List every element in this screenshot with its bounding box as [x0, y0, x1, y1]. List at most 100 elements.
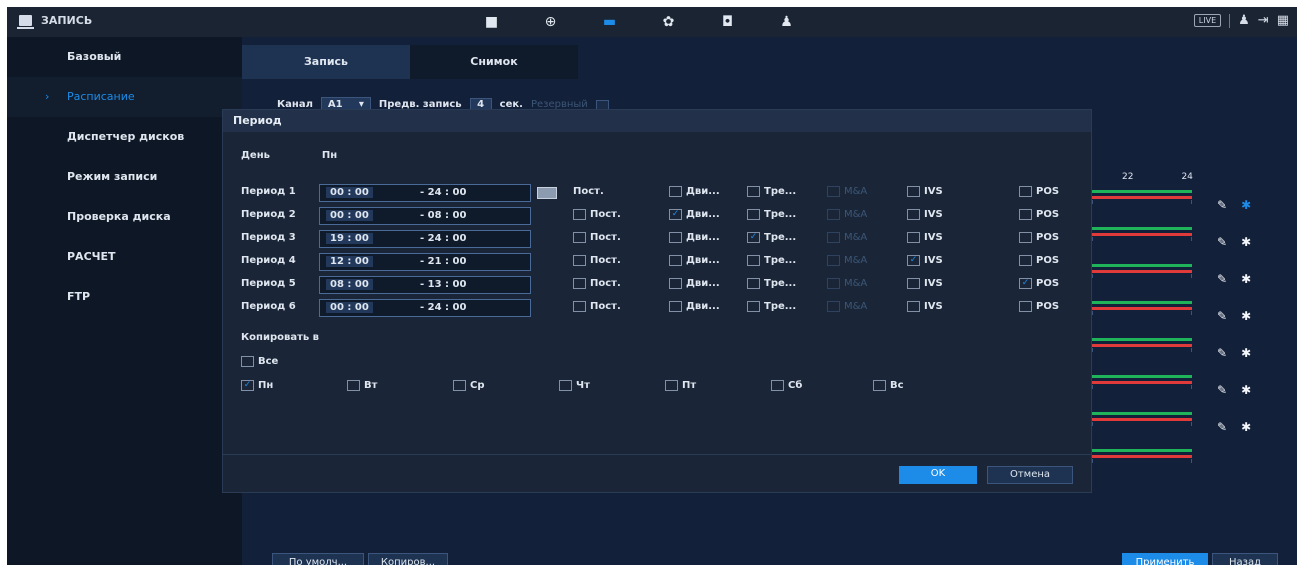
- sidebar-item-disk-check[interactable]: Проверка диска: [7, 197, 242, 237]
- camera-icon[interactable]: ■: [462, 7, 521, 37]
- gear-icon[interactable]: ✱: [1241, 198, 1251, 212]
- pos-checkbox[interactable]: POS: [1019, 186, 1059, 197]
- alarm-checkbox[interactable]: Тре...: [747, 209, 796, 220]
- time-range-input[interactable]: 08 : 00 - 13 : 00: [319, 276, 531, 294]
- copy-all-checkbox[interactable]: Все: [241, 356, 278, 367]
- logout-icon[interactable]: ⇥: [1258, 13, 1269, 28]
- default-button[interactable]: По умолч...: [272, 553, 364, 565]
- calendar-icon[interactable]: [537, 187, 557, 199]
- apply-button[interactable]: Применить: [1122, 553, 1208, 565]
- motion-checkbox[interactable]: Дви...: [669, 186, 720, 197]
- storage-icon[interactable]: ▬: [580, 7, 639, 37]
- sidebar-item-basic[interactable]: Базовый: [7, 37, 242, 77]
- alarm-checkbox[interactable]: Тре...: [747, 255, 796, 266]
- end-time[interactable]: - 13 : 00: [420, 279, 466, 290]
- motion-checkbox[interactable]: Дви...: [669, 232, 720, 243]
- copy-day-checkbox[interactable]: Ср: [453, 380, 485, 391]
- ivs-checkbox[interactable]: IVS: [907, 186, 943, 197]
- time-range-input[interactable]: 19 : 00 - 24 : 00: [319, 230, 531, 248]
- ivs-checkbox[interactable]: IVS: [907, 209, 943, 220]
- timeline-row[interactable]: [1092, 227, 1192, 241]
- time-range-input[interactable]: 12 : 00 - 21 : 00: [319, 253, 531, 271]
- redundant-checkbox[interactable]: [595, 99, 609, 110]
- time-range-input[interactable]: 00 : 00 - 24 : 00: [319, 299, 531, 317]
- copy-day-checkbox[interactable]: ✓ Пн: [241, 380, 273, 391]
- constant-checkbox[interactable]: Пост.: [573, 301, 621, 312]
- timeline-row[interactable]: [1092, 264, 1192, 278]
- timeline-row[interactable]: [1092, 375, 1192, 389]
- copy-day-checkbox[interactable]: Сб: [771, 380, 802, 391]
- ivs-checkbox[interactable]: IVS: [907, 301, 943, 312]
- pos-checkbox[interactable]: ✓ POS: [1019, 278, 1059, 289]
- end-time[interactable]: - 24 : 00: [420, 233, 466, 244]
- qr-code-icon[interactable]: ▦: [1277, 13, 1289, 28]
- edit-icon[interactable]: ✎: [1217, 420, 1227, 434]
- time-range-input[interactable]: 00 : 00 - 24 : 00: [319, 184, 531, 202]
- timeline-row[interactable]: [1092, 190, 1192, 204]
- edit-icon[interactable]: ✎: [1217, 309, 1227, 323]
- end-time[interactable]: - 21 : 00: [420, 256, 466, 267]
- gear-icon[interactable]: ✱: [1241, 383, 1251, 397]
- copy-day-checkbox[interactable]: Вс: [873, 380, 904, 391]
- ivs-checkbox[interactable]: IVS: [907, 278, 943, 289]
- edit-icon[interactable]: ✎: [1217, 198, 1227, 212]
- sidebar-item-ftp[interactable]: FTP: [7, 277, 242, 317]
- constant-checkbox[interactable]: Пост.: [573, 278, 621, 289]
- start-time[interactable]: 12 : 00: [326, 256, 373, 267]
- copy-day-checkbox[interactable]: Вт: [347, 380, 377, 391]
- live-button[interactable]: LIVE: [1193, 14, 1222, 27]
- security-icon[interactable]: ◘: [698, 7, 757, 37]
- time-range-input[interactable]: 00 : 00 - 08 : 00: [319, 207, 531, 225]
- motion-checkbox[interactable]: Дви...: [669, 278, 720, 289]
- edit-icon[interactable]: ✎: [1217, 383, 1227, 397]
- end-time[interactable]: - 24 : 00: [420, 187, 466, 198]
- start-time[interactable]: 19 : 00: [326, 233, 373, 244]
- sidebar-item-record-mode[interactable]: Режим записи: [7, 157, 242, 197]
- pos-checkbox[interactable]: POS: [1019, 209, 1059, 220]
- gear-icon[interactable]: ✱: [1241, 272, 1251, 286]
- sidebar-item-disk-manager[interactable]: Диспетчер дисков: [7, 117, 242, 157]
- pos-checkbox[interactable]: POS: [1019, 232, 1059, 243]
- gear-icon[interactable]: ✱: [1241, 420, 1251, 434]
- ivs-checkbox[interactable]: ✓ IVS: [907, 255, 943, 266]
- checkbox[interactable]: [241, 356, 254, 367]
- cancel-button[interactable]: Отмена: [987, 466, 1073, 484]
- timeline-row[interactable]: [1092, 338, 1192, 352]
- back-button[interactable]: Назад: [1212, 553, 1278, 565]
- alarm-checkbox[interactable]: ✓ Тре...: [747, 232, 796, 243]
- start-time[interactable]: 08 : 00: [326, 279, 373, 290]
- ivs-checkbox[interactable]: IVS: [907, 232, 943, 243]
- tab-record[interactable]: Запись: [242, 45, 410, 79]
- constant-checkbox[interactable]: Пост.: [573, 186, 604, 197]
- user-icon[interactable]: ♟: [1238, 13, 1250, 28]
- motion-checkbox[interactable]: Дви...: [669, 301, 720, 312]
- start-time[interactable]: 00 : 00: [326, 187, 373, 198]
- alarm-checkbox[interactable]: Тре...: [747, 186, 796, 197]
- gear-icon[interactable]: ✱: [1241, 235, 1251, 249]
- edit-icon[interactable]: ✎: [1217, 235, 1227, 249]
- account-icon[interactable]: ♟: [757, 7, 816, 37]
- timeline-row[interactable]: [1092, 301, 1192, 315]
- settings-icon[interactable]: ✿: [639, 7, 698, 37]
- edit-icon[interactable]: ✎: [1217, 346, 1227, 360]
- motion-checkbox[interactable]: Дви...: [669, 255, 720, 266]
- tab-snapshot[interactable]: Снимок: [410, 45, 578, 79]
- constant-checkbox[interactable]: Пост.: [573, 232, 621, 243]
- timeline-row[interactable]: [1092, 449, 1192, 463]
- motion-checkbox[interactable]: ✓ Дви...: [669, 209, 720, 220]
- pos-checkbox[interactable]: POS: [1019, 301, 1059, 312]
- start-time[interactable]: 00 : 00: [326, 210, 373, 221]
- gear-icon[interactable]: ✱: [1241, 309, 1251, 323]
- copy-day-checkbox[interactable]: Чт: [559, 380, 590, 391]
- pos-checkbox[interactable]: POS: [1019, 255, 1059, 266]
- network-icon[interactable]: ⊕: [521, 7, 580, 37]
- ok-button[interactable]: OK: [899, 466, 977, 484]
- end-time[interactable]: - 08 : 00: [420, 210, 466, 221]
- alarm-checkbox[interactable]: Тре...: [747, 301, 796, 312]
- edit-icon[interactable]: ✎: [1217, 272, 1227, 286]
- sidebar-item-calculation[interactable]: РАСЧЕТ: [7, 237, 242, 277]
- constant-checkbox[interactable]: Пост.: [573, 209, 621, 220]
- end-time[interactable]: - 24 : 00: [420, 302, 466, 313]
- start-time[interactable]: 00 : 00: [326, 302, 373, 313]
- alarm-checkbox[interactable]: Тре...: [747, 278, 796, 289]
